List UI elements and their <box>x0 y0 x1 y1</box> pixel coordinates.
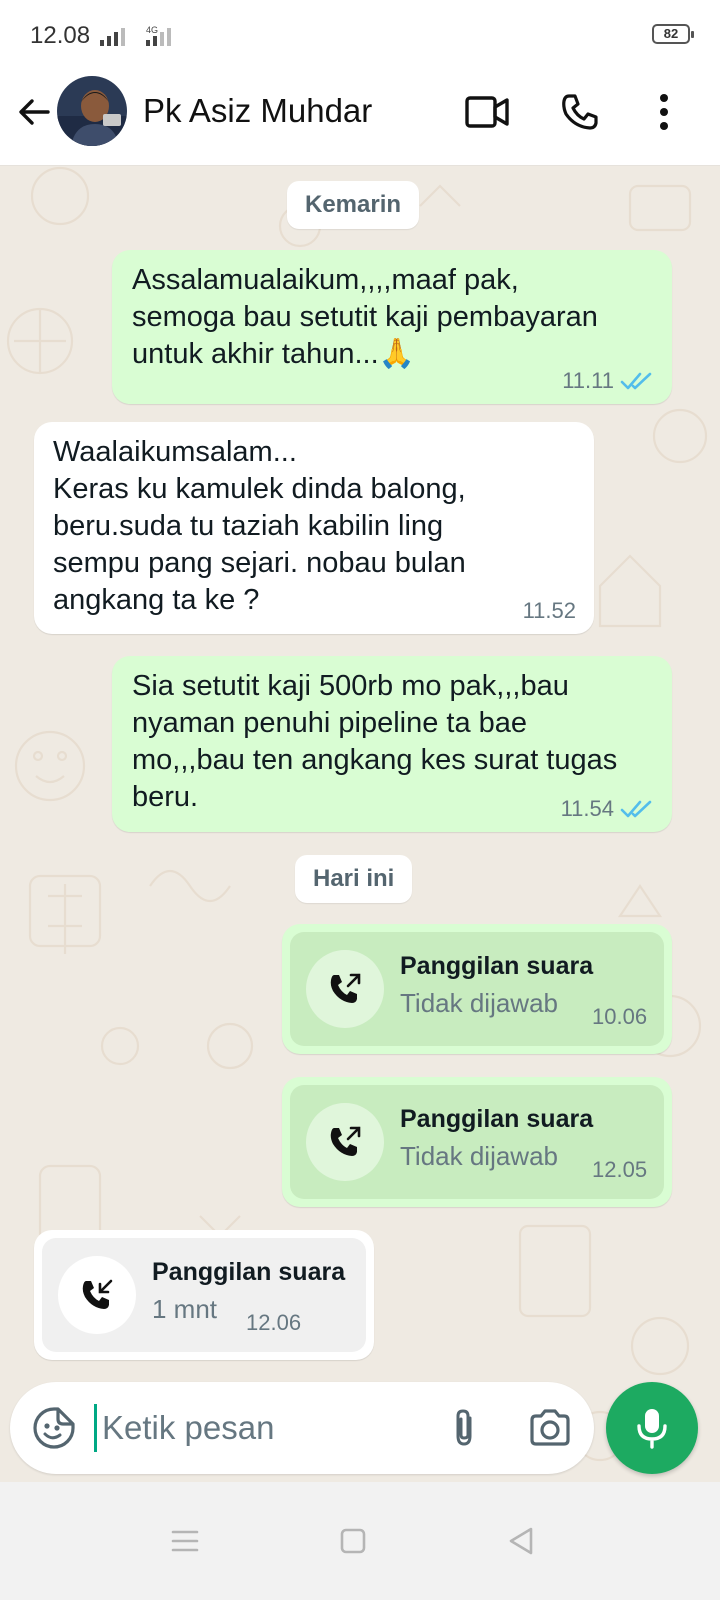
contact-avatar[interactable] <box>57 76 127 146</box>
call-card[interactable]: Panggilan suara Tidak dijawab 10.06 <box>290 932 664 1046</box>
battery-icon: 82 <box>652 24 694 44</box>
call-time: 10.06 <box>592 1004 648 1029</box>
chat-area[interactable]: Kemarin Assalamualaikum,,,,maaf pak, sem… <box>0 166 720 1512</box>
call-duration: 1 mnt <box>152 1294 218 1324</box>
message-bubble-outgoing[interactable]: Sia setutit kaji 500rb mo pak,,,bau nyam… <box>112 656 672 832</box>
sticker-emoji-icon[interactable] <box>30 1404 78 1452</box>
call-icon-circle <box>58 1256 136 1334</box>
more-options-icon <box>660 94 668 130</box>
date-separator: Kemarin <box>287 181 420 229</box>
message-composer <box>10 1382 594 1474</box>
microphone-icon <box>637 1409 667 1449</box>
camera-icon[interactable] <box>526 1404 574 1452</box>
network-type-label: 4G <box>146 25 158 35</box>
recent-apps-button[interactable] <box>150 1506 220 1576</box>
text-cursor <box>94 1404 97 1452</box>
back-arrow-icon[interactable] <box>12 90 56 134</box>
call-title: Panggilan suara <box>152 1258 346 1286</box>
message-meta: 11.54 <box>561 796 654 822</box>
signal-icon: 4G <box>100 25 171 46</box>
message-time: 11.11 <box>562 368 614 393</box>
message-text: Waalaikumsalam... Keras ku kamulek dinda… <box>53 436 466 616</box>
call-bubble-outgoing[interactable]: Panggilan suara Tidak dijawab 12.05 <box>282 1077 672 1207</box>
call-title: Panggilan suara <box>400 952 594 980</box>
contact-name[interactable]: Pk Asiz Muhdar <box>143 92 372 130</box>
message-meta: 11.52 <box>523 598 576 624</box>
call-icon-circle <box>306 1103 384 1181</box>
message-input[interactable] <box>102 1402 422 1454</box>
outgoing-call-icon <box>330 973 361 1003</box>
system-navigation-bar <box>0 1482 720 1600</box>
call-icon-circle <box>306 950 384 1028</box>
battery-level: 82 <box>663 26 679 41</box>
status-time: 12.08 <box>30 22 91 49</box>
menu-lines-icon <box>171 1530 199 1552</box>
video-call-button[interactable] <box>463 88 511 136</box>
home-square-icon <box>340 1528 366 1554</box>
chat-header: Pk Asiz Muhdar <box>0 70 720 166</box>
call-status: Tidak dijawab <box>400 988 559 1018</box>
message-meta: 11.11 <box>562 368 654 394</box>
system-back-button[interactable] <box>486 1506 556 1576</box>
incoming-call-icon <box>82 1279 113 1309</box>
call-card[interactable]: Panggilan suara 1 mnt 12.06 <box>42 1238 366 1352</box>
call-bubble-incoming[interactable]: Panggilan suara 1 mnt 12.06 <box>34 1230 374 1360</box>
call-card[interactable]: Panggilan suara Tidak dijawab 12.05 <box>290 1085 664 1199</box>
message-time: 11.52 <box>522 598 576 623</box>
voice-call-button[interactable] <box>556 88 604 136</box>
status-bar: 12.08 4G 82 <box>0 0 720 70</box>
call-title: Panggilan suara <box>400 1105 594 1133</box>
video-call-icon <box>465 96 509 128</box>
more-options-button[interactable] <box>640 88 688 136</box>
voice-call-icon <box>562 94 598 130</box>
call-status: Tidak dijawab <box>400 1141 559 1171</box>
date-separator: Hari ini <box>295 855 413 903</box>
message-bubble-incoming[interactable]: Waalaikumsalam... Keras ku kamulek dinda… <box>34 422 594 634</box>
home-button[interactable] <box>318 1506 388 1576</box>
message-time: 11.54 <box>560 796 614 821</box>
call-time: 12.05 <box>592 1157 648 1182</box>
attach-paperclip-icon[interactable] <box>440 1404 488 1452</box>
call-time: 12.06 <box>246 1310 302 1335</box>
double-check-read-icon <box>620 372 652 390</box>
call-bubble-outgoing[interactable]: Panggilan suara Tidak dijawab 10.06 <box>282 924 672 1054</box>
message-text: Assalamualaikum,,,,maaf pak, semoga bau … <box>132 264 598 370</box>
outgoing-call-icon <box>330 1126 361 1156</box>
voice-message-button[interactable] <box>606 1382 698 1474</box>
message-bubble-outgoing[interactable]: Assalamualaikum,,,,maaf pak, semoga bau … <box>112 250 672 404</box>
back-triangle-icon <box>509 1527 533 1555</box>
double-check-read-icon <box>620 800 652 818</box>
message-text: Sia setutit kaji 500rb mo pak,,,bau nyam… <box>132 670 618 813</box>
